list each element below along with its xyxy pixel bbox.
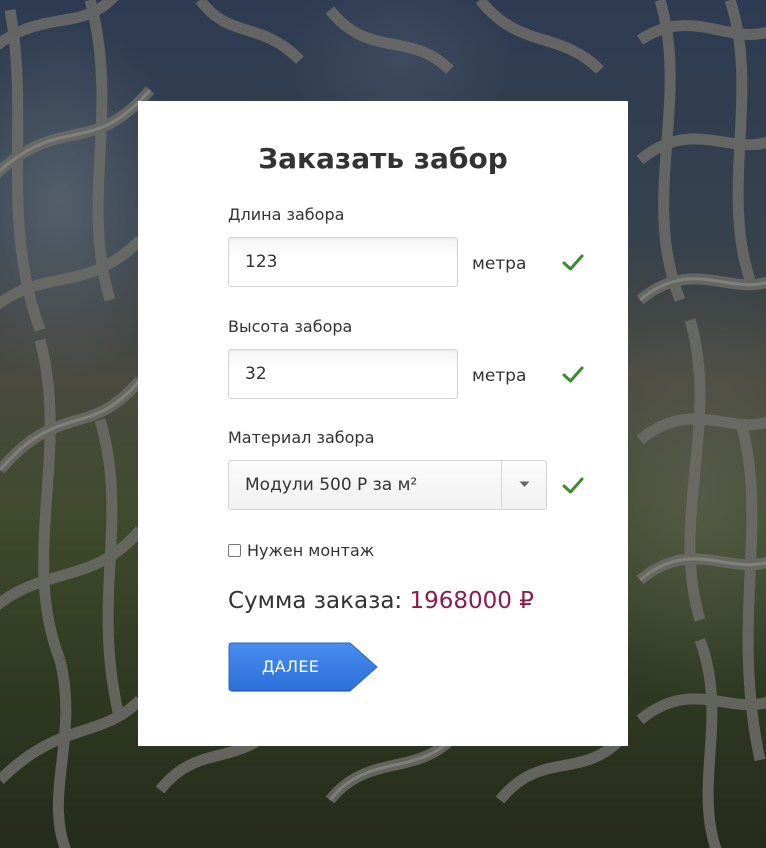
order-total-label: Сумма заказа:: [228, 588, 403, 614]
height-label: Высота забора: [228, 317, 353, 336]
height-valid-check-icon: [562, 366, 584, 383]
chevron-down-icon: [519, 481, 530, 487]
height-unit: метра: [472, 366, 527, 386]
next-button-label: ДАЛЕЕ: [262, 657, 320, 676]
install-checkbox-label: Нужен монтаж: [247, 541, 375, 560]
length-valid-check-icon: [562, 254, 584, 271]
material-valid-check-icon: [562, 477, 584, 494]
install-option[interactable]: Нужен монтаж: [228, 541, 374, 560]
material-dropdown-toggle[interactable]: [501, 461, 546, 509]
material-select[interactable]: Модули 500 Р за м²: [228, 460, 547, 510]
material-selected-value: Модули 500 Р за м²: [245, 475, 418, 495]
next-button[interactable]: ДАЛЕЕ: [228, 642, 378, 692]
order-total: Сумма заказа: 1968000 ₽: [228, 588, 534, 614]
form-title: Заказать забор: [258, 142, 508, 175]
order-form-card: [138, 101, 628, 746]
length-label: Длина забора: [228, 205, 345, 224]
material-label: Материал забора: [228, 428, 375, 447]
length-input[interactable]: [228, 237, 458, 287]
length-unit: метра: [472, 254, 527, 274]
install-checkbox[interactable]: [228, 544, 241, 557]
order-total-amount: 1968000 ₽: [409, 588, 534, 614]
height-input[interactable]: [228, 349, 458, 399]
